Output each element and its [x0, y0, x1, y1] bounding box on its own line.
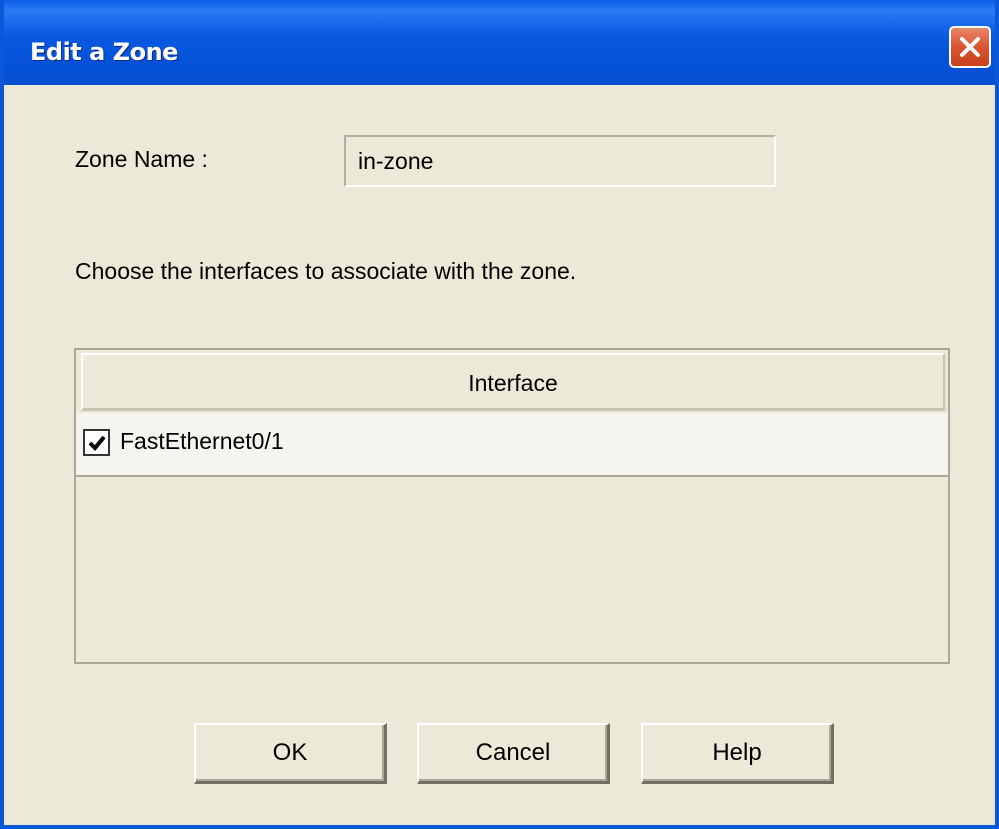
instructions-text: Choose the interfaces to associate with … — [75, 258, 577, 284]
ok-button[interactable]: OK — [194, 723, 387, 784]
zone-name-label: Zone Name : — [75, 146, 208, 172]
column-header-interface[interactable]: Interface — [81, 353, 945, 411]
close-button[interactable] — [949, 26, 991, 68]
zone-name-value: in-zone — [358, 148, 434, 174]
table-row[interactable]: FastEthernet0/1 — [76, 413, 948, 477]
interface-checkbox[interactable] — [83, 429, 110, 456]
edit-zone-dialog: Edit a Zone Zone Name : in-zone Choose t… — [0, 0, 999, 829]
interface-table: Interface FastEthernet0/1 — [74, 348, 950, 664]
zone-name-field[interactable]: in-zone — [344, 135, 776, 187]
interface-label: FastEthernet0/1 — [120, 428, 284, 454]
cancel-button[interactable]: Cancel — [417, 723, 610, 784]
title-bar[interactable]: Edit a Zone — [4, 0, 995, 85]
window-title: Edit a Zone — [30, 38, 178, 66]
help-button[interactable]: Help — [641, 723, 834, 784]
